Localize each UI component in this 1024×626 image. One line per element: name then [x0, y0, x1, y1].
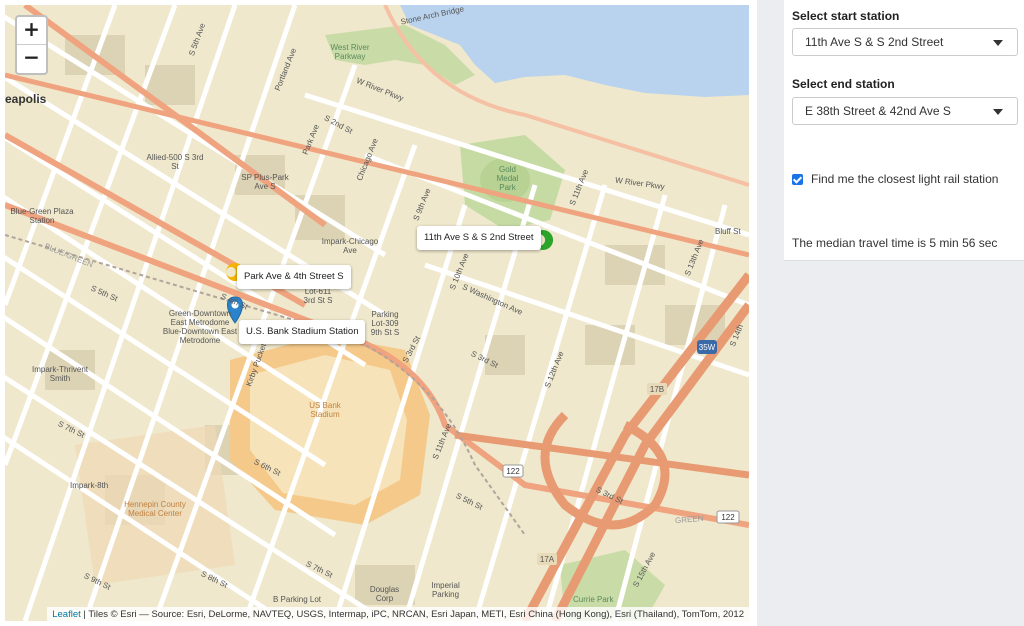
imperial-parking-label: Imperial Parking [431, 581, 460, 599]
sp-plus-label: SP Plus-Park Ave S [241, 173, 289, 191]
end-station-label: Select end station [792, 77, 895, 91]
end-station-value: E 38th Street & 42nd Ave S [805, 104, 951, 118]
start-station-select[interactable]: 11th Ave S & S 2nd Street [792, 28, 1018, 56]
hwy-shield-17b: 17B [650, 385, 664, 394]
control-panel: Select start station 11th Ave S & S 2nd … [784, 0, 1024, 260]
chevron-down-icon [993, 40, 1003, 46]
us-bank-stadium-label: US Bank Stadium [309, 401, 341, 419]
leaflet-link[interactable]: Leaflet [52, 609, 81, 620]
hwy-shield-122b: 122 [721, 513, 735, 522]
zoom-in-button[interactable]: + [17, 17, 46, 45]
zoom-out-button[interactable]: − [17, 45, 46, 73]
start-station-label: Select start station [792, 9, 900, 23]
map-attribution: Leaflet | Tiles © Esri — Source: Esri, D… [47, 607, 749, 621]
parking-309-label: Parking Lot-309 9th St S [370, 310, 400, 337]
travel-time-result: The median travel time is 5 min 56 sec [792, 236, 998, 250]
impark-8th-label: Impark-8th [70, 481, 109, 490]
gold-medal-park-label: Gold Medal Park [496, 165, 519, 192]
hwy-shield-122: 122 [506, 467, 520, 476]
hwy-shield-17a: 17A [540, 555, 555, 564]
hwy-shield-35w: 35W [699, 343, 716, 352]
panel-divider [784, 260, 1024, 261]
checkbox-checked-icon[interactable] [792, 173, 803, 185]
start-station-value: 11th Ave S & S 2nd Street [805, 35, 944, 49]
blue-downtown-label: Blue-Downtown East Metrodome [162, 327, 238, 345]
douglas-corp-label: Douglas Corp [369, 585, 400, 603]
b-parking-lot-label: B Parking Lot [273, 595, 322, 604]
currie-park-label: Currie Park [573, 595, 614, 604]
start-station-popup[interactable]: 11th Ave S & S 2nd Street [417, 226, 541, 250]
park-ave-popup[interactable]: Park Ave & 4th Street S [237, 265, 351, 289]
west-river-parkway-label: West River Parkway [330, 43, 370, 61]
end-station-select[interactable]: E 38th Street & 42nd Ave S [792, 97, 1018, 125]
green-downtown-label: Green-Downtown East Metrodome [168, 309, 232, 327]
chevron-down-icon [993, 109, 1003, 115]
closest-station-checkbox-row[interactable]: Find me the closest light rail station [792, 172, 998, 186]
hennepin-label: Hennepin County Medical Center [124, 500, 186, 518]
impark-thrivent-label: Impark-Thrivent Smith [31, 365, 88, 383]
bluff-st-label: Bluff St [715, 227, 741, 236]
lot-611-label: Lot-611 3rd St S [303, 287, 333, 305]
impark-chicago-label: Impark-Chicago Ave [321, 237, 379, 255]
zoom-control: + − [15, 15, 48, 75]
closest-station-checkbox-label: Find me the closest light rail station [811, 172, 999, 186]
blue-green-plaza-label: Blue-Green Plaza Station [10, 207, 74, 225]
sidebar: Select start station 11th Ave S & S 2nd … [757, 0, 1024, 626]
city-label: eapolis [5, 92, 47, 106]
attribution-text: | Tiles © Esri — Source: Esri, DeLorme, … [80, 609, 744, 620]
map-view[interactable]: 35W 122 122 17B 17A eapolis Stone Arch B… [5, 5, 749, 621]
allied-label: Allied-500 S 3rd St [146, 153, 204, 171]
us-bank-stadium-popup[interactable]: U.S. Bank Stadium Station [239, 320, 366, 344]
